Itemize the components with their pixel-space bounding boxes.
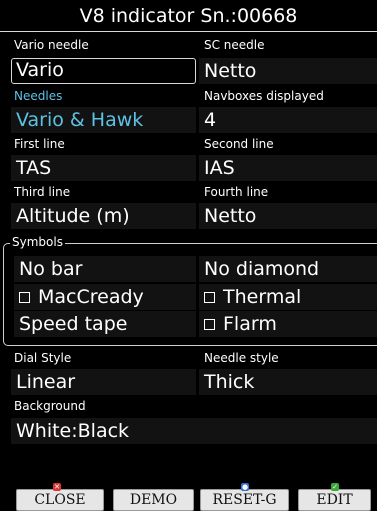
maccready-checkbox[interactable]: MacCready [14,284,196,310]
close-button-label: CLOSE [34,492,86,508]
edit-marker-icon: ✓ [331,483,339,491]
demo-button-label: DEMO [129,492,178,508]
dial-style-field[interactable]: Linear [11,369,196,395]
sc-needle-field[interactable]: Netto [199,58,377,84]
fourth-line-label: Fourth line [204,185,269,199]
fourth-line-field[interactable]: Netto [199,203,377,229]
needle-style-field[interactable]: Thick [199,369,377,395]
third-line-label: Third line [14,185,71,199]
first-line-label: First line [14,137,65,151]
checkbox-unchecked-icon [204,292,215,303]
needles-field[interactable]: Vario & Hawk [11,107,196,133]
close-marker-icon: ✕ [53,483,61,491]
third-line-field[interactable]: Altitude (m) [11,203,196,229]
checkbox-unchecked-icon [204,319,215,330]
navboxes-label: Navboxes displayed [204,89,324,103]
thermal-label: Thermal [223,286,302,308]
navboxes-field[interactable]: 4 [199,107,377,133]
edit-button[interactable]: ✓ EDIT [298,483,371,511]
speed-tape-option[interactable]: Speed tape [14,311,196,337]
vario-needle-label: Vario needle [14,38,89,52]
thermal-checkbox[interactable]: Thermal [199,284,377,310]
flarm-checkbox[interactable]: Flarm [199,311,377,337]
dial-style-label: Dial Style [14,351,72,365]
demo-button[interactable]: DEMO [113,489,194,511]
close-button[interactable]: ✕ CLOSE [16,483,104,511]
checkbox-unchecked-icon [19,292,30,303]
first-line-field[interactable]: TAS [11,155,196,181]
diamond-option[interactable]: No diamond [199,256,377,282]
maccready-label: MacCready [38,286,144,308]
background-label: Background [14,399,86,413]
edit-button-label: EDIT [316,492,353,508]
reset-marker-icon: ● [241,483,249,491]
symbols-group-legend: Symbols [10,235,65,249]
vario-needle-field[interactable]: Vario [11,58,196,84]
bar-option[interactable]: No bar [14,256,196,282]
window-title: V8 indicator Sn.:00668 [0,0,377,32]
second-line-label: Second line [204,137,274,151]
reset-g-button[interactable]: ● RESET-G [200,483,289,511]
sc-needle-label: SC needle [204,38,265,52]
needles-label: Needles [14,89,63,103]
background-field[interactable]: White:Black [11,418,377,444]
flarm-label: Flarm [223,313,277,335]
needle-style-label: Needle style [204,351,279,365]
reset-g-button-label: RESET-G [212,492,277,508]
second-line-field[interactable]: IAS [199,155,377,181]
